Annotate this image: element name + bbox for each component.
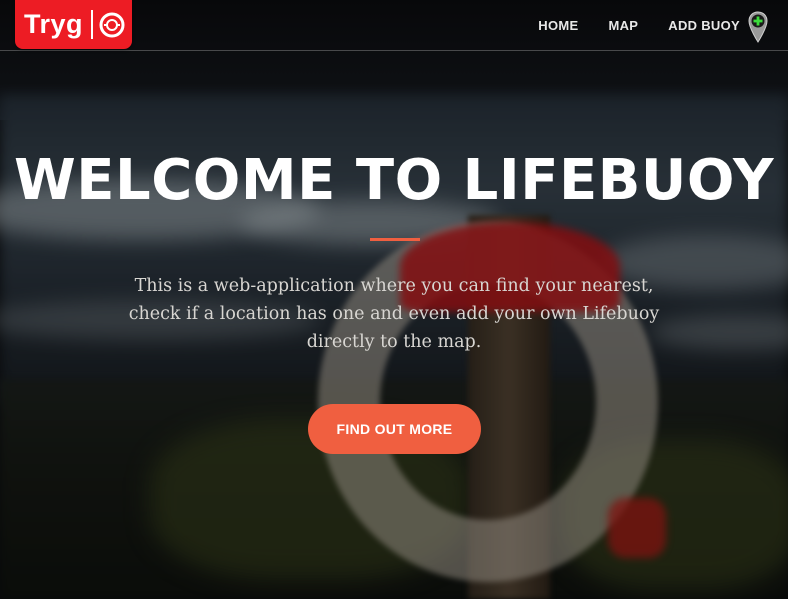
navbar: Tryg HOME MAP ADD BUOY xyxy=(0,0,788,51)
find-out-more-button[interactable]: FIND OUT MORE xyxy=(308,404,481,454)
brand-name: Tryg xyxy=(24,9,84,39)
lifebuoy-ring-icon xyxy=(99,12,125,37)
nav-link-add-buoy[interactable]: ADD BUOY xyxy=(668,18,740,33)
hero-divider xyxy=(370,238,420,241)
hero-description: This is a web-application where you can … xyxy=(128,276,660,352)
nav-links: HOME MAP ADD BUOY xyxy=(508,0,768,50)
nav-link-home[interactable]: HOME xyxy=(538,18,578,33)
brand-logo[interactable]: Tryg xyxy=(15,0,132,49)
map-pin-plus-icon[interactable] xyxy=(748,11,768,43)
hero-title: WELCOME TO LIFEBUOY xyxy=(13,148,775,213)
nav-link-map[interactable]: MAP xyxy=(608,18,638,33)
